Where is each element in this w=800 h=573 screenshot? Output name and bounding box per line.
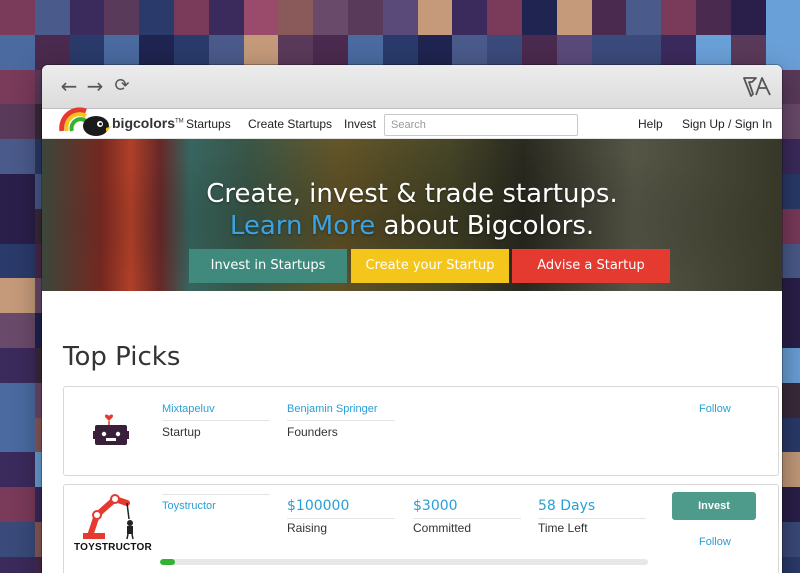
committed-amount: $3000 (413, 498, 458, 514)
mosaic-tile (0, 417, 35, 453)
nav-help[interactable]: Help (638, 117, 663, 131)
section-title: Top Picks (63, 342, 181, 372)
time-left-value: 58 Days (538, 498, 596, 514)
raising-amount: $100000 (287, 498, 350, 514)
search-input[interactable] (384, 114, 578, 136)
startup-name-link[interactable]: Toystructor (162, 500, 216, 512)
mosaic-tile (556, 0, 592, 35)
startup-type: Startup (162, 425, 201, 439)
mosaic-tile (208, 0, 244, 35)
funding-progress-fill (160, 559, 175, 565)
reload-icon[interactable]: ⟳ (112, 76, 132, 96)
mosaic-tile (0, 521, 35, 557)
bigcolors-logo[interactable]: bigcolorsTM (56, 101, 184, 139)
mosaic-tile (0, 69, 35, 105)
mosaic-tile (0, 243, 35, 279)
mosaic-tile (591, 0, 627, 35)
mosaic-tile (243, 0, 279, 35)
startup-name-link[interactable]: Mixtapeluv (162, 403, 215, 415)
site-header: bigcolorsTM Startups Create Startups Inv… (42, 107, 782, 139)
mosaic-tile (382, 0, 418, 35)
mosaic-tile (765, 0, 800, 35)
mosaic-tile (0, 139, 35, 174)
learn-more-link[interactable]: Learn More (230, 211, 375, 241)
mosaic-tile (104, 0, 140, 35)
toystructor-logo-text: TOYSTRUCTOR (74, 542, 152, 553)
advise-startup-button[interactable]: Advise a Startup (512, 249, 670, 283)
mosaic-tile (0, 0, 35, 35)
hero-about-text: about Bigcolors. (383, 211, 595, 241)
divider (162, 420, 270, 421)
arrow-right-icon[interactable]: → (85, 76, 105, 96)
mosaic-tile (0, 382, 35, 418)
mosaic-tile (0, 556, 35, 573)
mosaic-tile (452, 0, 488, 35)
committed-label: Committed (413, 521, 472, 535)
mosaic-tile (0, 173, 35, 209)
invest-in-startups-button[interactable]: Invest in Startups (189, 249, 347, 283)
mosaic-tile (0, 104, 35, 140)
mosaic-tile (0, 34, 35, 70)
mosaic-tile (0, 208, 35, 244)
mosaic-tile (417, 0, 453, 35)
hero-headline: Create, invest & trade startups. (206, 179, 618, 209)
logo-trademark: TM (175, 118, 184, 125)
mosaic-tile (347, 0, 383, 35)
toystructor-robot-arm-icon (83, 494, 134, 540)
mosaic-tile (139, 0, 174, 35)
mosaic-tile (695, 0, 731, 35)
divider (162, 516, 270, 517)
mosaic-tile (173, 0, 209, 35)
follow-button[interactable]: Follow (699, 536, 731, 548)
mosaic-tile (69, 0, 105, 35)
mosaic-tile (0, 278, 35, 314)
funding-progress-bar (160, 559, 648, 565)
logo-text: bigcolors (112, 115, 176, 131)
startup-card: TOYSTRUCTOR Toystructor $100000 Raising … (63, 484, 779, 573)
founder-link[interactable]: Benjamin Springer (287, 403, 378, 415)
startup-card: Mixtapeluv Startup Benjamin Springer Fou… (63, 386, 779, 476)
mosaic-tile (521, 0, 557, 35)
raising-label: Raising (287, 521, 328, 535)
hero-subline: Learn More about Bigcolors. (42, 211, 782, 241)
hero-banner: Create, invest & trade startups. Learn M… (42, 139, 782, 291)
mosaic-tile (626, 0, 662, 35)
divider (287, 518, 395, 519)
founder-label: Founders (287, 425, 338, 439)
nav-create-startups[interactable]: Create Startups (248, 117, 332, 131)
nav-sign-in[interactable]: Sign Up / Sign In (682, 117, 772, 131)
arrow-left-icon[interactable]: ← (59, 76, 79, 96)
follow-button[interactable]: Follow (699, 403, 731, 415)
divider (413, 518, 521, 519)
mosaic-tile (34, 0, 70, 35)
mosaic-tile (0, 452, 35, 488)
mosaic-tile (313, 0, 348, 35)
create-startup-button[interactable]: Create your Startup (351, 249, 509, 283)
divider (287, 420, 395, 421)
mosaic-tile (278, 0, 314, 35)
invest-button[interactable]: Invest (672, 492, 756, 520)
browser-window: ← → ⟳ bigcolorsTM Startups Create Startu… (42, 65, 782, 573)
divider (162, 494, 270, 495)
mixtapeluv-logo-icon (93, 414, 129, 445)
mosaic-tile (730, 0, 766, 35)
ta-logo-icon (743, 77, 771, 97)
nav-invest[interactable]: Invest (344, 117, 376, 131)
divider (538, 518, 646, 519)
mosaic-tile (487, 0, 522, 35)
mosaic-tile (0, 487, 35, 522)
mosaic-tile (0, 347, 35, 383)
time-left-label: Time Left (538, 521, 588, 535)
mosaic-tile (661, 0, 696, 35)
nav-startups[interactable]: Startups (186, 117, 231, 131)
mosaic-tile (0, 313, 35, 348)
